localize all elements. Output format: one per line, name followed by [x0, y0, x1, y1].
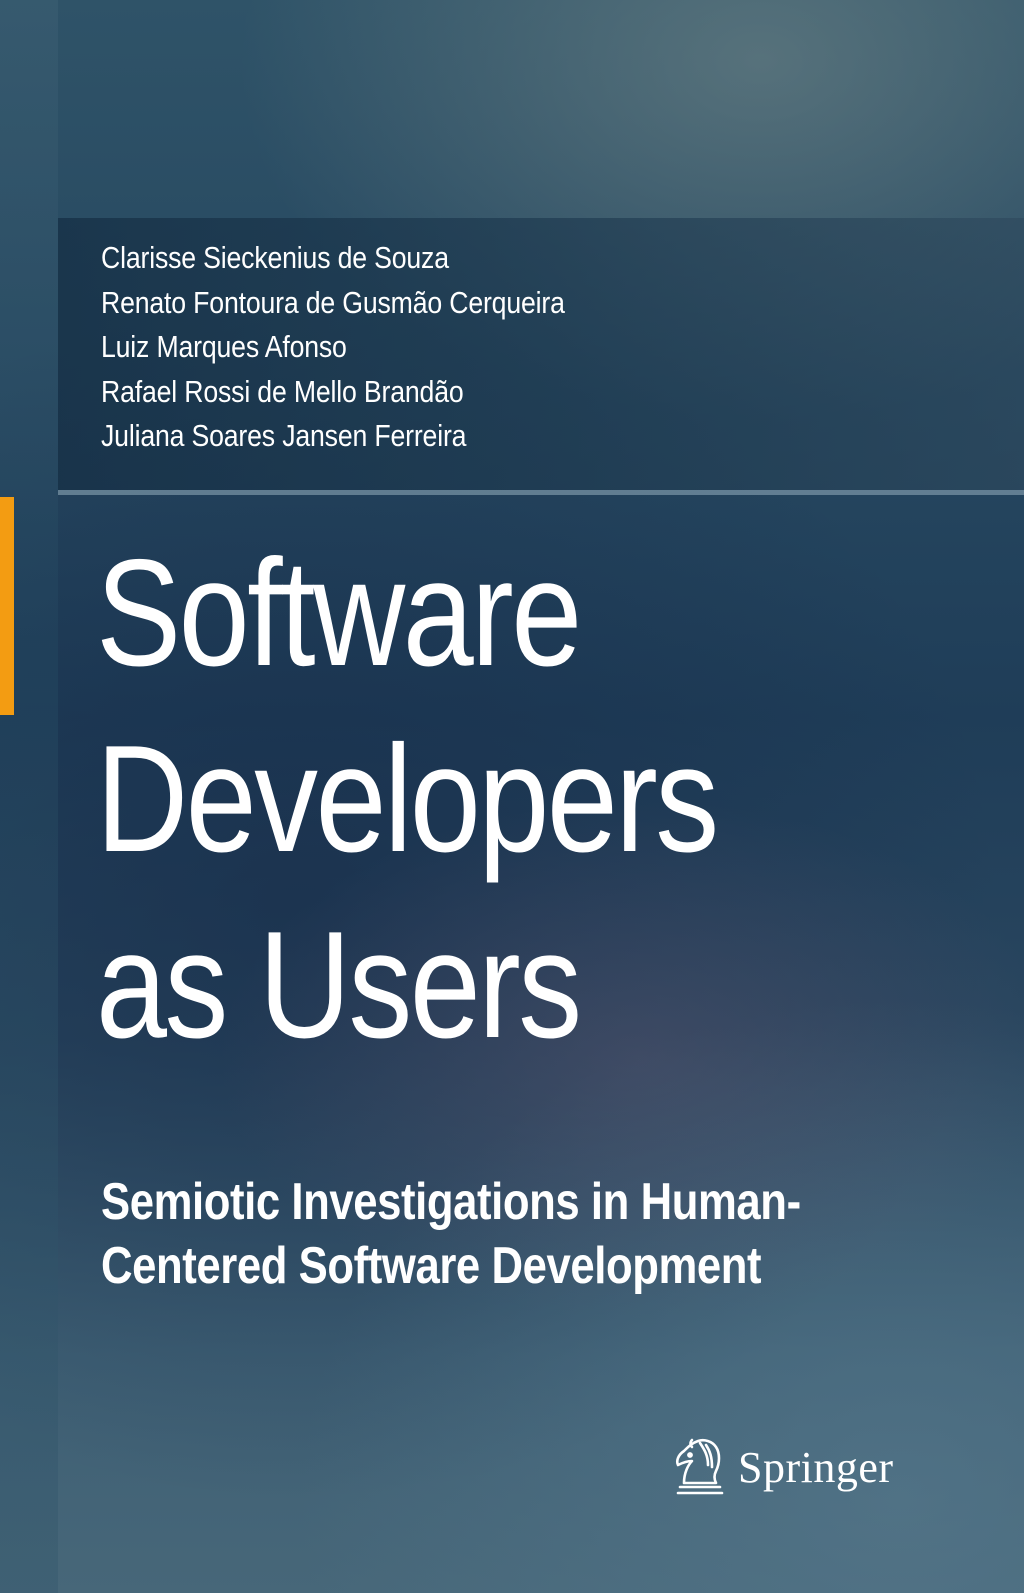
chess-knight-horse-icon — [675, 1438, 724, 1495]
panel-divider — [58, 490, 1024, 495]
title-line: Software — [96, 528, 582, 698]
title-line: as Users — [96, 900, 582, 1070]
author-name: Luiz Marques Afonso — [101, 329, 347, 364]
author-name: Juliana Soares Jansen Ferreira — [101, 418, 467, 453]
left-margin-strip — [0, 0, 58, 1593]
book-cover: Clarisse Sieckenius de Souza Renato Font… — [0, 0, 1024, 1593]
author-name: Renato Fontoura de Gusmão Cerqueira — [101, 284, 565, 320]
book-title: Software Developers as Users — [96, 520, 719, 1078]
orange-accent-bar — [0, 497, 14, 715]
subtitle-line: Centered Software Development — [101, 1237, 762, 1295]
author-list: Clarisse Sieckenius de Souza Renato Font… — [101, 236, 640, 459]
book-subtitle: Semiotic Investigations in Human- Center… — [101, 1170, 801, 1298]
author-name: Clarisse Sieckenius de Souza — [101, 240, 449, 275]
title-line: Developers — [96, 714, 719, 884]
publisher-logo: Springer — [670, 1432, 894, 1502]
publisher-name: Springer — [738, 1442, 894, 1492]
subtitle-line: Semiotic Investigations in Human- — [101, 1173, 801, 1231]
author-name: Rafael Rossi de Mello Brandão — [101, 373, 464, 409]
